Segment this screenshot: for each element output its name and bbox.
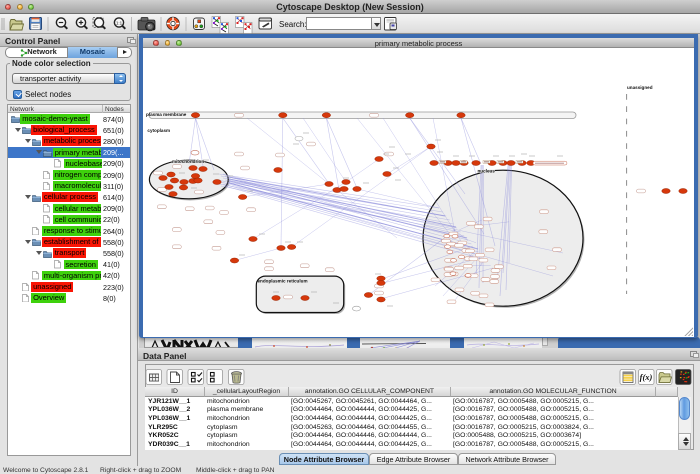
svg-text:mitochondrion: mitochondrion bbox=[172, 159, 204, 164]
svg-text:cytoplasm: cytoplasm bbox=[147, 128, 170, 133]
svg-text:plasma membrane: plasma membrane bbox=[146, 112, 187, 117]
svg-text:endoplasmic reticulum: endoplasmic reticulum bbox=[258, 279, 308, 284]
svg-text:unassigned: unassigned bbox=[627, 85, 653, 90]
svg-text:f(x): f(x) bbox=[640, 372, 653, 382]
svg-text:nucleus: nucleus bbox=[478, 169, 496, 174]
